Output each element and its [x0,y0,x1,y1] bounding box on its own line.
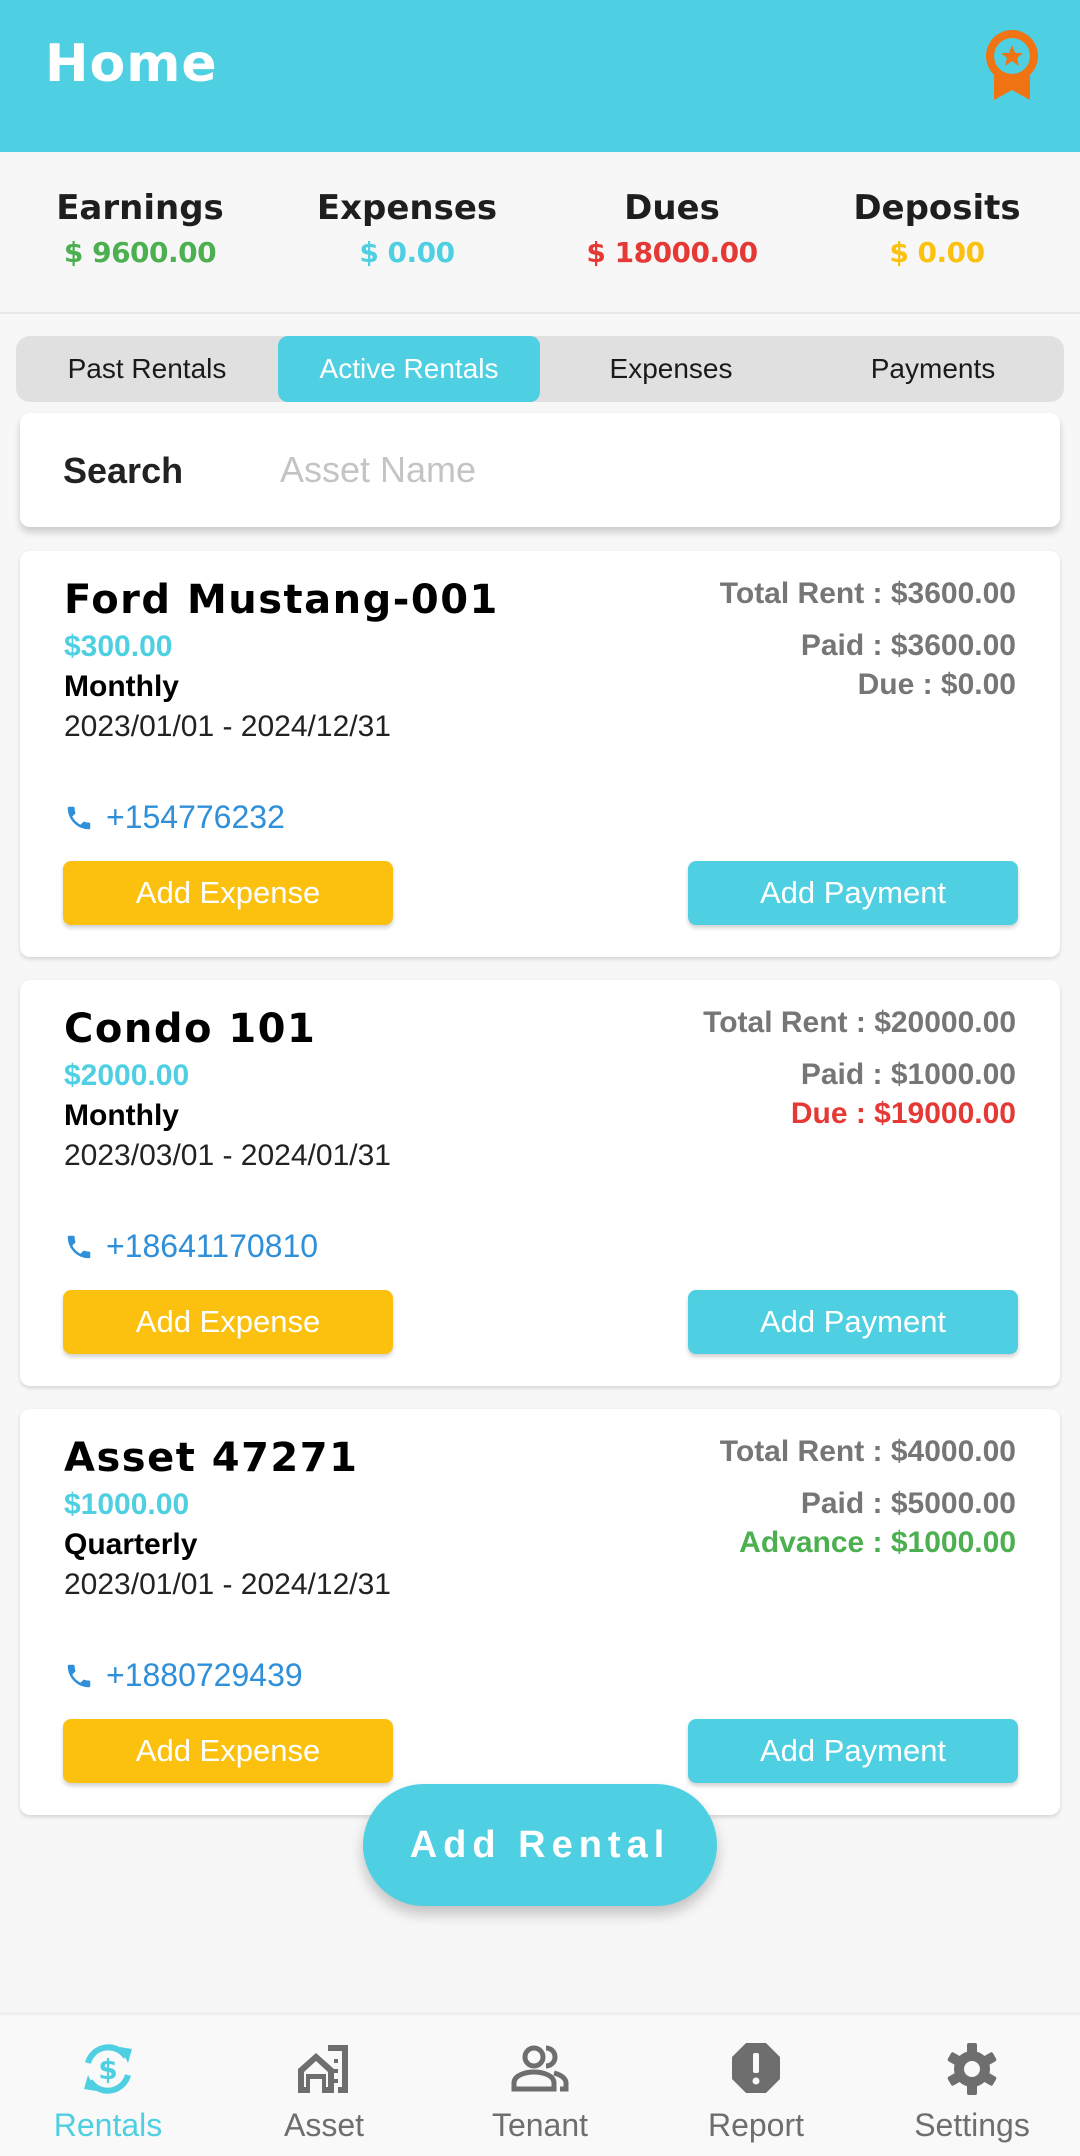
paid-amount: Paid : $3600.00 [800,629,1016,662]
rental-tabs: Past Rentals Active Rentals Expenses Pay… [16,336,1064,402]
nav-asset[interactable]: Asset [216,2015,432,2156]
total-rent: Total Rent : $4000.00 [719,1435,1016,1468]
nav-settings[interactable]: Settings [864,2015,1080,2156]
rent-rate: $300.00 [64,630,173,663]
phone-number: +18641170810 [106,1228,319,1264]
add-expense-button[interactable]: Add Expense [63,861,393,925]
award-ribbon-icon[interactable] [980,28,1044,102]
asset-name: Condo 101 [64,1006,317,1052]
app-bar: Home [0,0,1080,152]
advance-amount: Advance : $1000.00 [739,1526,1016,1559]
phone-icon [67,1235,91,1258]
nav-report[interactable]: Report [648,2015,864,2156]
gear-icon [947,2043,997,2095]
rental-card[interactable]: Condo 101 $2000.00 Monthly 2023/03/01 - … [20,980,1060,1386]
rental-card[interactable]: Asset 47271 $1000.00 Quarterly 2023/01/0… [20,1409,1060,1815]
summary-earnings: Earnings $ 9600.00 [5,188,275,269]
nav-label: Tenant [491,2107,589,2143]
page-title: Home [45,34,218,94]
paid-amount: Paid : $1000.00 [800,1058,1016,1091]
summary-value: $ 0.00 [889,236,985,269]
summary-expenses: Expenses $ 0.00 [272,188,542,269]
nav-tenant[interactable]: Tenant [432,2015,648,2156]
rent-rate: $1000.00 [64,1488,190,1521]
phone-number: +1880729439 [106,1657,303,1693]
tenant-phone-link[interactable]: +18641170810 [64,1228,318,1265]
rental-card[interactable]: Ford Mustang-001 $300.00 Monthly 2023/01… [20,551,1060,957]
rental-dates: 2023/03/01 - 2024/01/31 [64,1139,391,1172]
paid-amount: Paid : $5000.00 [800,1487,1016,1520]
tab-payments[interactable]: Payments [802,336,1064,402]
tenant-phone-link[interactable]: +1880729439 [64,1657,303,1694]
add-expense-button[interactable]: Add Expense [63,1719,393,1783]
nav-label: Asset [283,2107,365,2143]
svg-text:$: $ [98,2053,117,2086]
tab-active-rentals[interactable]: Active Rentals [278,336,540,402]
search-label: Search [63,450,184,491]
rental-dates: 2023/01/01 - 2024/12/31 [64,710,391,743]
add-payment-button[interactable]: Add Payment [688,861,1018,925]
bottom-navigation: $ Rentals Asset Tenant Report Settings [0,2012,1080,2156]
summary-bar: Earnings $ 9600.00 Expenses $ 0.00 Dues … [0,152,1080,314]
rent-frequency: Quarterly [64,1528,198,1561]
phone-number: +154776232 [106,799,285,835]
summary-label: Deposits [853,188,1021,228]
summary-value: $ 9600.00 [63,236,217,269]
asset-name: Ford Mustang-001 [64,577,499,623]
home-building-icon [298,2045,348,2093]
add-payment-button[interactable]: Add Payment [688,1290,1018,1354]
add-expense-button[interactable]: Add Expense [63,1290,393,1354]
asset-name: Asset 47271 [64,1435,359,1481]
tenant-phone-link[interactable]: +154776232 [64,799,285,836]
summary-value: $ 18000.00 [586,236,758,269]
currency-exchange-icon: $ [84,2044,132,2094]
summary-value: $ 0.00 [359,236,455,269]
phone-icon [67,806,91,829]
nav-label: Rentals [53,2107,163,2143]
total-rent: Total Rent : $20000.00 [703,1006,1016,1039]
tab-expenses[interactable]: Expenses [540,336,802,402]
due-amount: Due : $19000.00 [790,1097,1016,1130]
rent-frequency: Monthly [64,1099,179,1132]
summary-label: Earnings [56,188,224,228]
people-icon [511,2045,569,2092]
rental-dates: 2023/01/01 - 2024/12/31 [64,1568,391,1601]
search-input[interactable] [280,435,1020,505]
nav-label: Settings [914,2107,1030,2143]
total-rent: Total Rent : $3600.00 [719,577,1016,610]
phone-icon [67,1664,91,1687]
summary-label: Dues [624,188,720,228]
rent-frequency: Monthly [64,670,179,703]
report-octagon-icon [732,2043,780,2093]
summary-deposits: Deposits $ 0.00 [802,188,1072,269]
nav-label: Report [707,2107,805,2143]
search-box: Search [20,413,1060,527]
summary-dues: Dues $ 18000.00 [537,188,807,269]
add-payment-button[interactable]: Add Payment [688,1719,1018,1783]
tab-past-rentals[interactable]: Past Rentals [16,336,278,402]
due-amount: Due : $0.00 [857,668,1016,701]
rent-rate: $2000.00 [64,1059,190,1092]
summary-label: Expenses [316,188,498,228]
nav-rentals[interactable]: $ Rentals [0,2015,216,2156]
add-rental-button[interactable]: Add Rental [363,1784,717,1906]
